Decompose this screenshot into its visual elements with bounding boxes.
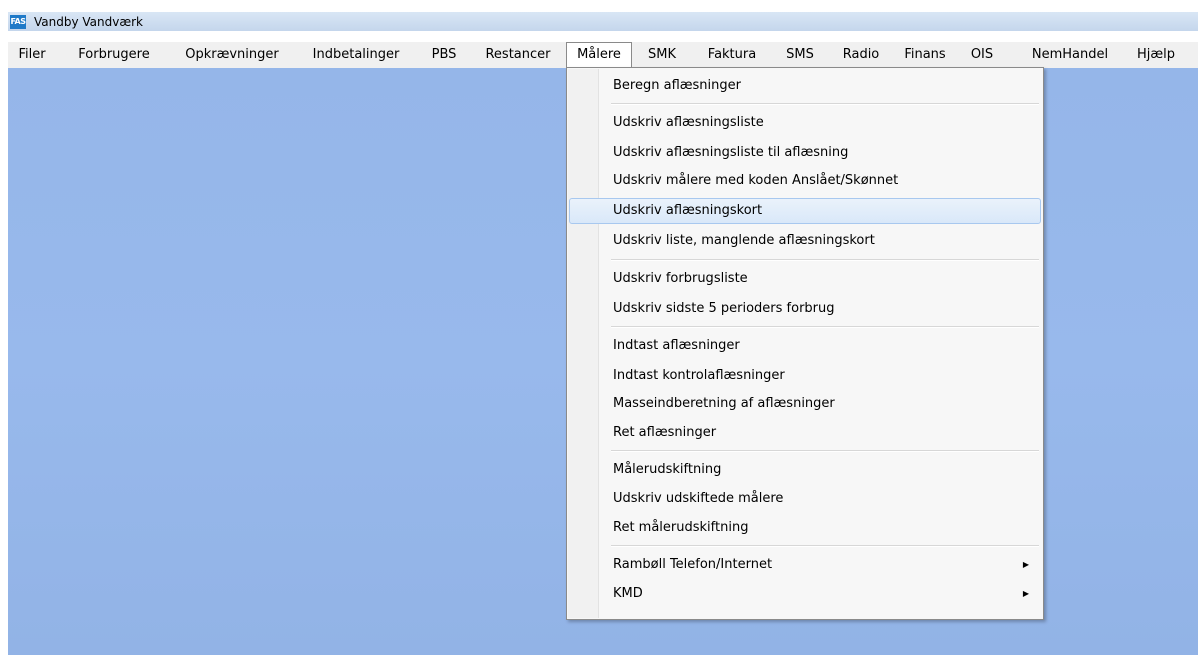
- menu-item-ret-malerudskiftning[interactable]: Ret målerudskiftning: [569, 515, 1041, 541]
- title-bar: FAS Vandby Vandværk: [8, 12, 1198, 31]
- menu-radio[interactable]: Radio: [834, 42, 888, 68]
- menu-malere[interactable]: Målere: [566, 42, 632, 68]
- menu-item-ramboll-telefon-internet[interactable]: Rambøll Telefon/Internet ▶: [569, 552, 1041, 578]
- menu-item-masseindberetning[interactable]: Masseindberetning af aflæsninger: [569, 391, 1041, 417]
- menu-faktura[interactable]: Faktura: [698, 42, 766, 68]
- menu-finans[interactable]: Finans: [896, 42, 954, 68]
- menu-nemhandel[interactable]: NemHandel: [1020, 42, 1120, 68]
- menu-ois[interactable]: OIS: [962, 42, 1002, 68]
- menu-filer[interactable]: Filer: [12, 42, 52, 68]
- menu-item-kmd[interactable]: KMD ▶: [569, 581, 1041, 607]
- menu-item-udskriv-aflaesningsliste-til-aflaesning[interactable]: Udskriv aflæsningsliste til aflæsning: [569, 140, 1041, 166]
- app-logo-icon: FAS: [10, 14, 26, 29]
- menu-item-udskriv-forbrugsliste[interactable]: Udskriv forbrugsliste: [569, 266, 1041, 292]
- menu-separator: [611, 450, 1039, 452]
- menu-item-udskriv-aflaesningskort[interactable]: Udskriv aflæsningskort: [569, 198, 1041, 224]
- menu-restancer[interactable]: Restancer: [474, 42, 562, 68]
- menu-separator: [611, 103, 1039, 105]
- submenu-arrow-icon: ▶: [1022, 589, 1029, 598]
- menu-item-indtast-aflaesninger[interactable]: Indtast aflæsninger: [569, 333, 1041, 359]
- menu-item-beregn-aflaesninger[interactable]: Beregn aflæsninger: [569, 73, 1041, 99]
- window-title: Vandby Vandværk: [34, 14, 144, 29]
- menu-opkraevninger[interactable]: Opkrævninger: [176, 42, 288, 68]
- submenu-arrow-icon: ▶: [1022, 560, 1029, 569]
- menu-item-malerudskiftning[interactable]: Målerudskiftning: [569, 457, 1041, 483]
- menu-item-udskriv-sidste-5-perioder[interactable]: Udskriv sidste 5 perioders forbrug: [569, 296, 1041, 322]
- menu-indbetalinger[interactable]: Indbetalinger: [296, 42, 416, 68]
- menu-item-label: Rambøll Telefon/Internet: [613, 557, 773, 572]
- menu-item-udskriv-manglende-aflaesningskort[interactable]: Udskriv liste, manglende aflæsningskort: [569, 228, 1041, 254]
- menu-separator: [611, 259, 1039, 261]
- menu-pbs[interactable]: PBS: [424, 42, 464, 68]
- menu-separator: [611, 326, 1039, 328]
- menu-item-label: KMD: [613, 586, 643, 601]
- menu-hjaelp[interactable]: Hjælp: [1128, 42, 1184, 68]
- menu-item-udskriv-malere-anslaaet[interactable]: Udskriv målere med koden Anslået/Skønnet: [569, 168, 1041, 194]
- menu-item-indtast-kontrolaflaesninger[interactable]: Indtast kontrolaflæsninger: [569, 363, 1041, 389]
- app-window: FAS Vandby Vandværk Filer Forbrugere Opk…: [0, 0, 1198, 655]
- menu-separator: [611, 545, 1039, 547]
- menu-item-udskriv-udskiftede-malere[interactable]: Udskriv udskiftede målere: [569, 486, 1041, 512]
- menu-item-ret-aflaesninger[interactable]: Ret aflæsninger: [569, 420, 1041, 446]
- menu-item-udskriv-aflaesningsliste[interactable]: Udskriv aflæsningsliste: [569, 110, 1041, 136]
- menu-smk[interactable]: SMK: [640, 42, 684, 68]
- menu-bar: Filer Forbrugere Opkrævninger Indbetalin…: [8, 42, 1198, 68]
- menu-sms[interactable]: SMS: [776, 42, 824, 68]
- malere-dropdown-menu: Beregn aflæsninger Udskriv aflæsningslis…: [566, 67, 1044, 620]
- menu-forbrugere[interactable]: Forbrugere: [64, 42, 164, 68]
